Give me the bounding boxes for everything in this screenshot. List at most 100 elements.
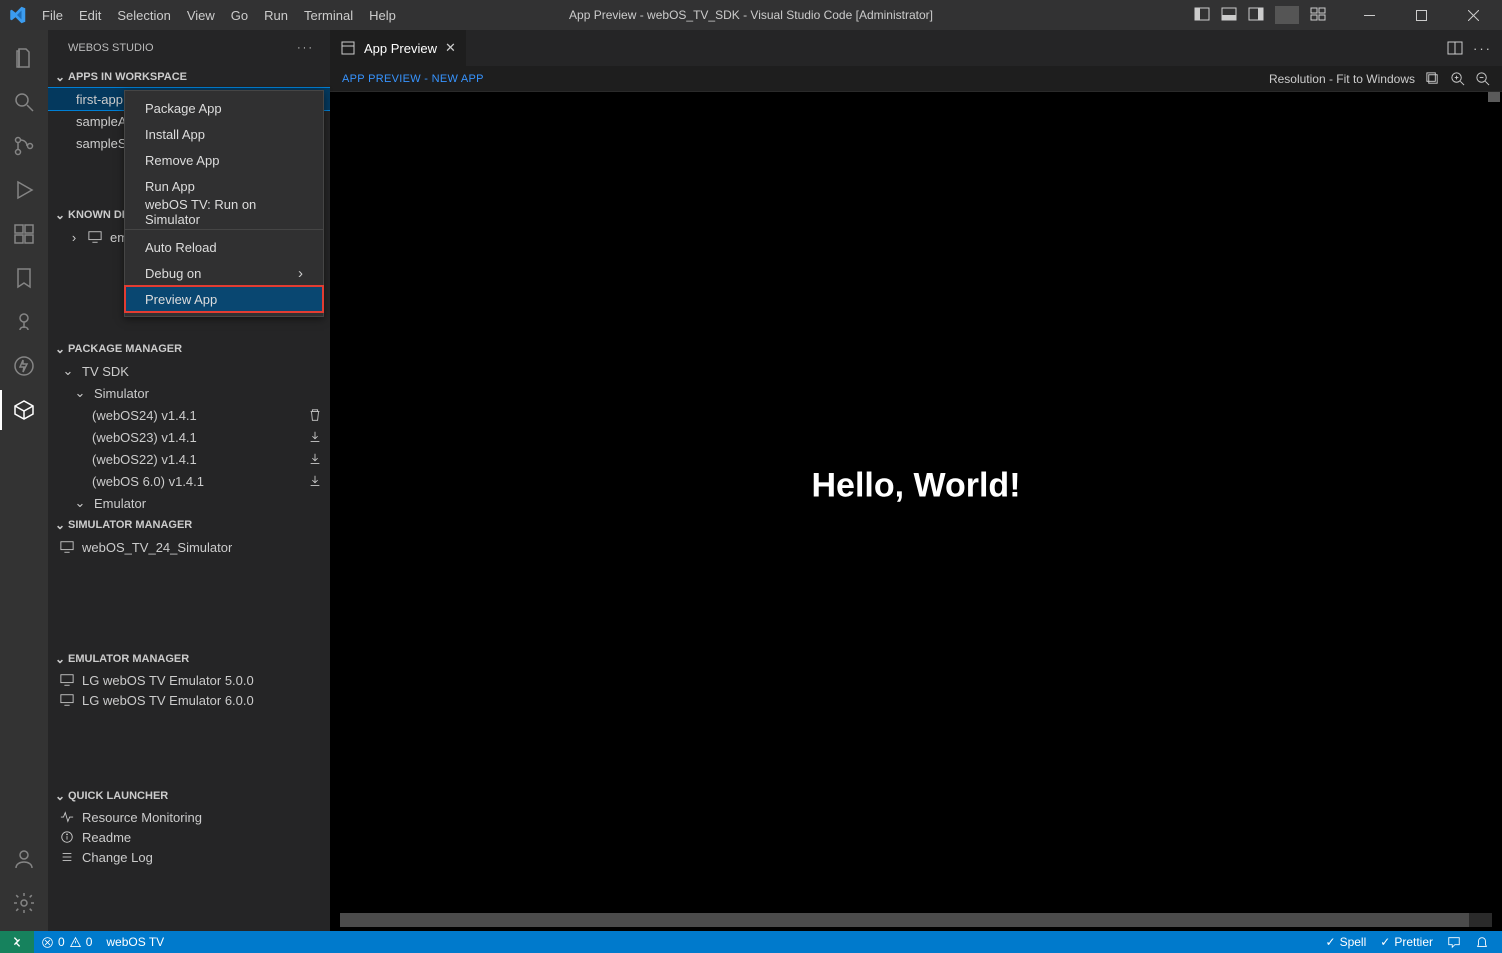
chevron-down-icon: ⌄ xyxy=(72,495,88,511)
chevron-down-icon: ⌄ xyxy=(52,208,68,222)
breadcrumb-label[interactable]: App Preview - new app xyxy=(342,73,484,85)
chevron-down-icon: ⌄ xyxy=(52,789,68,803)
chevron-right-icon: › xyxy=(66,230,82,245)
menu-file[interactable]: File xyxy=(34,0,71,30)
activity-accounts-icon[interactable] xyxy=(0,839,48,879)
list-icon xyxy=(60,850,76,864)
vertical-scrollbar[interactable] xyxy=(1488,92,1500,102)
separator xyxy=(1275,6,1299,24)
activity-run-icon[interactable] xyxy=(0,170,48,210)
close-button[interactable] xyxy=(1450,0,1496,30)
pkgmgr-version[interactable]: (webOS 6.0) v1.4.1 xyxy=(48,470,330,492)
toggle-primary-sidebar-icon[interactable] xyxy=(1190,6,1214,24)
toggle-secondary-sidebar-icon[interactable] xyxy=(1244,6,1268,24)
vscode-logo-icon xyxy=(0,6,34,24)
section-emumgr[interactable]: ⌄EMULATOR MANAGER xyxy=(48,648,330,670)
pkgmgr-simulator[interactable]: ⌄Simulator xyxy=(48,382,330,404)
activity-power-icon[interactable] xyxy=(0,346,48,386)
menu-run[interactable]: Run xyxy=(256,0,296,30)
context-menu: Package App Install App Remove App Run A… xyxy=(124,90,324,317)
ctx-debug-on[interactable]: Debug on xyxy=(125,260,323,286)
activity-extensions-icon[interactable] xyxy=(0,214,48,254)
tab-app-preview[interactable]: App Preview ✕ xyxy=(330,30,467,66)
titlebar: File Edit Selection View Go Run Terminal… xyxy=(0,0,1502,30)
activity-bookmark-icon[interactable] xyxy=(0,258,48,298)
check-icon: ✓ xyxy=(1326,935,1336,949)
pkgmgr-version[interactable]: (webOS24) v1.4.1 xyxy=(48,404,330,426)
activity-scm-icon[interactable] xyxy=(0,126,48,166)
section-quick[interactable]: ⌄QUICK LAUNCHER xyxy=(48,785,330,807)
chevron-down-icon: ⌄ xyxy=(52,518,68,532)
menu-selection[interactable]: Selection xyxy=(109,0,178,30)
sidebar-title: WEBOS STUDIO xyxy=(68,42,154,54)
menu-go[interactable]: Go xyxy=(223,0,256,30)
maximize-button[interactable] xyxy=(1398,0,1444,30)
sb-notifications-icon[interactable] xyxy=(1468,935,1496,949)
sidebar-more-icon[interactable]: ··· xyxy=(297,42,314,54)
pkgmgr-version[interactable]: (webOS23) v1.4.1 xyxy=(48,426,330,448)
activity-webos-studio-icon[interactable] xyxy=(0,390,48,430)
pkgmgr-tvsdk[interactable]: ⌄TV SDK xyxy=(48,360,330,382)
open-link-icon[interactable] xyxy=(1425,71,1440,86)
section-apps[interactable]: ⌄APPS IN WORKSPACE xyxy=(48,66,330,88)
customize-layout-icon[interactable] xyxy=(1306,6,1330,24)
activity-search-icon[interactable] xyxy=(0,82,48,122)
monitor-icon xyxy=(60,673,76,687)
download-icon[interactable] xyxy=(308,474,322,488)
ctx-remove-app[interactable]: Remove App xyxy=(125,147,323,173)
horizontal-scrollbar[interactable] xyxy=(340,913,1492,927)
ctx-install-app[interactable]: Install App xyxy=(125,121,323,147)
zoom-out-icon[interactable] xyxy=(1475,71,1490,86)
minimize-button[interactable] xyxy=(1346,0,1392,30)
menu-terminal[interactable]: Terminal xyxy=(296,0,361,30)
quick-item-resource[interactable]: Resource Monitoring xyxy=(48,807,330,827)
ctx-run-app[interactable]: Run App xyxy=(125,173,323,199)
preview-text: Hello, World! xyxy=(811,467,1020,506)
sb-spell[interactable]: ✓Spell xyxy=(1319,935,1374,949)
separator xyxy=(125,229,323,230)
tab-bar: App Preview ✕ ··· xyxy=(330,30,1502,66)
section-simmgr[interactable]: ⌄SIMULATOR MANAGER xyxy=(48,514,330,536)
chevron-down-icon: ⌄ xyxy=(52,70,68,84)
tab-more-icon[interactable]: ··· xyxy=(1473,41,1492,56)
chevron-down-icon: ⌄ xyxy=(52,342,68,356)
error-icon xyxy=(41,936,54,949)
ctx-auto-reload[interactable]: Auto Reload xyxy=(125,234,323,260)
warning-icon xyxy=(69,936,82,949)
quick-item-readme[interactable]: Readme xyxy=(48,827,330,847)
ctx-run-simulator[interactable]: webOS TV: Run on Simulator xyxy=(125,199,323,225)
chevron-down-icon: ⌄ xyxy=(60,363,76,379)
zoom-in-icon[interactable] xyxy=(1450,71,1465,86)
activity-settings-icon[interactable] xyxy=(0,883,48,923)
download-icon[interactable] xyxy=(308,430,322,444)
monitor-icon xyxy=(60,540,76,554)
activity-bar xyxy=(0,30,48,931)
close-icon[interactable]: ✕ xyxy=(445,40,456,56)
check-icon: ✓ xyxy=(1380,935,1390,949)
ctx-package-app[interactable]: Package App xyxy=(125,95,323,121)
menu-help[interactable]: Help xyxy=(361,0,404,30)
section-pkgmgr[interactable]: ⌄PACKAGE MANAGER xyxy=(48,338,330,360)
sb-problems[interactable]: 0 0 xyxy=(34,935,99,949)
sb-feedback-icon[interactable] xyxy=(1440,935,1468,949)
sb-prettier[interactable]: ✓Prettier xyxy=(1373,935,1440,949)
tab-label: App Preview xyxy=(364,41,437,56)
emumgr-item[interactable]: LG webOS TV Emulator 6.0.0 xyxy=(48,690,330,710)
ctx-preview-app[interactable]: Preview App xyxy=(125,286,323,312)
pkgmgr-emulator[interactable]: ⌄Emulator xyxy=(48,492,330,514)
activity-explorer-icon[interactable] xyxy=(0,38,48,78)
menu-view[interactable]: View xyxy=(179,0,223,30)
sb-host[interactable]: webOS TV xyxy=(99,935,171,949)
monitor-icon xyxy=(88,230,104,244)
simmgr-item[interactable]: webOS_TV_24_Simulator xyxy=(48,536,330,558)
split-editor-icon[interactable] xyxy=(1447,40,1463,56)
download-icon[interactable] xyxy=(308,452,322,466)
trash-icon[interactable] xyxy=(308,408,322,422)
pkgmgr-version[interactable]: (webOS22) v1.4.1 xyxy=(48,448,330,470)
toggle-panel-icon[interactable] xyxy=(1217,6,1241,24)
activity-webos-icon[interactable] xyxy=(0,302,48,342)
menu-edit[interactable]: Edit xyxy=(71,0,109,30)
sb-remote-button[interactable] xyxy=(0,931,34,953)
emumgr-item[interactable]: LG webOS TV Emulator 5.0.0 xyxy=(48,670,330,690)
quick-item-changelog[interactable]: Change Log xyxy=(48,847,330,867)
